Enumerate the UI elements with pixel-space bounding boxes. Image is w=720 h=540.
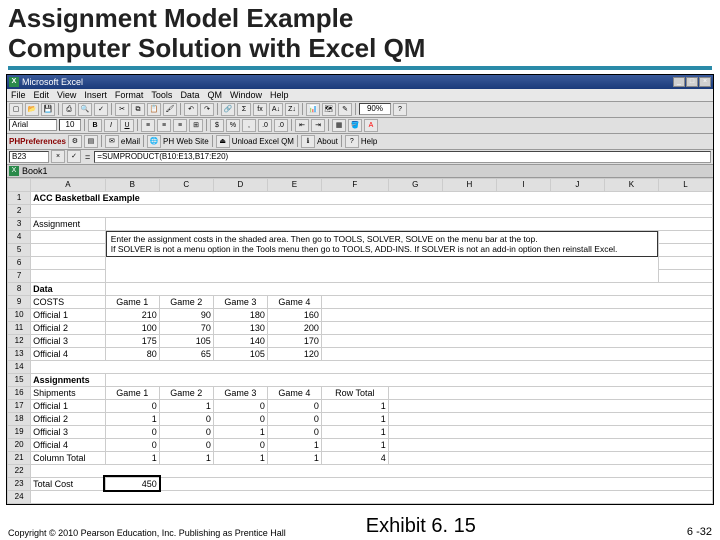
instructions-box: Enter the assignment costs in the shaded… xyxy=(106,231,658,257)
menu-window[interactable]: Window xyxy=(230,90,262,100)
workbook-logo-icon: X xyxy=(9,166,19,176)
borders-icon[interactable]: ▦ xyxy=(332,119,346,132)
unload-label[interactable]: Unload Excel QM xyxy=(232,137,294,146)
menu-format[interactable]: Format xyxy=(115,90,144,100)
sort-desc-icon[interactable]: Z↓ xyxy=(285,103,299,116)
info-icon[interactable]: ℹ xyxy=(301,135,315,148)
help-label[interactable]: Help xyxy=(361,137,377,146)
zoom-box[interactable]: 90% xyxy=(359,103,391,115)
function-icon[interactable]: fx xyxy=(253,103,267,116)
maximize-button[interactable]: □ xyxy=(686,77,698,87)
increase-indent-icon[interactable]: ⇥ xyxy=(311,119,325,132)
sort-asc-icon[interactable]: A↓ xyxy=(269,103,283,116)
title-underline xyxy=(8,66,712,70)
email-label[interactable]: eMail xyxy=(121,137,140,146)
underline-icon[interactable]: U xyxy=(120,119,134,132)
font-color-icon[interactable]: A xyxy=(364,119,378,132)
slide-title: Assignment Model Example Computer Soluti… xyxy=(0,0,720,64)
about-label[interactable]: About xyxy=(317,137,338,146)
help-icon[interactable]: ? xyxy=(393,103,407,116)
fill-color-icon[interactable]: 🪣 xyxy=(348,119,362,132)
page-number: 6 -32 xyxy=(687,526,712,538)
unload-icon[interactable]: ⏏ xyxy=(216,135,230,148)
save-icon[interactable]: 💾 xyxy=(41,103,55,116)
name-box[interactable]: B23 xyxy=(9,151,49,163)
excel-window: X Microsoft Excel _ □ × File Edit View I… xyxy=(6,74,714,505)
chart-icon[interactable]: 📊 xyxy=(306,103,320,116)
increase-decimal-icon[interactable]: .0 xyxy=(258,119,272,132)
spreadsheet-grid[interactable]: ABCDEFGHIJKL 1ACC Basketball Example 2 3… xyxy=(7,178,713,504)
menu-data[interactable]: Data xyxy=(180,90,199,100)
formula-input[interactable]: =SUMPRODUCT(B10:E13,B17:E20) xyxy=(94,151,711,163)
pref2-icon[interactable]: ▤ xyxy=(84,135,98,148)
percent-icon[interactable]: % xyxy=(226,119,240,132)
italic-icon[interactable]: I xyxy=(104,119,118,132)
undo-icon[interactable]: ↶ xyxy=(184,103,198,116)
formatting-toolbar: Arial 10 B I U ≡ ≡ ≡ ⊞ $ % , .0 .0 ⇤ ⇥ ▦… xyxy=(7,118,713,134)
minimize-button[interactable]: _ xyxy=(673,77,685,87)
cancel-icon[interactable]: × xyxy=(51,150,65,163)
drawing-icon[interactable]: ✎ xyxy=(338,103,352,116)
preview-icon[interactable]: 🔍 xyxy=(78,103,92,116)
paste-icon[interactable]: 📋 xyxy=(147,103,161,116)
align-center-icon[interactable]: ≡ xyxy=(157,119,171,132)
sheet-title: ACC Basketball Example xyxy=(31,191,713,204)
exhibit-label: Exhibit 6. 15 xyxy=(366,515,476,538)
decrease-indent-icon[interactable]: ⇤ xyxy=(295,119,309,132)
copy-icon[interactable]: ⧉ xyxy=(131,103,145,116)
new-icon[interactable]: ▢ xyxy=(9,103,23,116)
ph-pref-button[interactable]: PHPreferences xyxy=(9,137,66,146)
app-title: Microsoft Excel xyxy=(22,77,83,87)
window-titlebar: X Microsoft Excel _ □ × xyxy=(7,75,713,89)
equals-icon[interactable]: = xyxy=(83,152,92,162)
cut-icon[interactable]: ✂ xyxy=(115,103,129,116)
standard-toolbar: ▢ 📂 💾 ⎙ 🔍 ✓ ✂ ⧉ 📋 🖌 ↶ ↷ 🔗 Σ fx A↓ Z↓ 📊 🗺… xyxy=(7,102,713,118)
menu-bar: File Edit View Insert Format Tools Data … xyxy=(7,89,713,102)
spell-icon[interactable]: ✓ xyxy=(94,103,108,116)
menu-qm[interactable]: QM xyxy=(207,90,222,100)
print-icon[interactable]: ⎙ xyxy=(62,103,76,116)
menu-view[interactable]: View xyxy=(57,90,76,100)
pref-icon[interactable]: ⚙ xyxy=(68,135,82,148)
workbook-titlebar: X Book1 xyxy=(7,165,713,178)
selected-cell[interactable]: 450 xyxy=(105,477,159,490)
comma-icon[interactable]: , xyxy=(242,119,256,132)
close-button[interactable]: × xyxy=(699,77,711,87)
format-painter-icon[interactable]: 🖌 xyxy=(163,103,177,116)
hyperlink-icon[interactable]: 🔗 xyxy=(221,103,235,116)
formula-bar: B23 × ✓ = =SUMPRODUCT(B10:E13,B17:E20) xyxy=(7,150,713,165)
redo-icon[interactable]: ↷ xyxy=(200,103,214,116)
align-right-icon[interactable]: ≡ xyxy=(173,119,187,132)
menu-edit[interactable]: Edit xyxy=(34,90,50,100)
workbook-name: Book1 xyxy=(22,166,48,176)
merge-icon[interactable]: ⊞ xyxy=(189,119,203,132)
menu-insert[interactable]: Insert xyxy=(84,90,107,100)
column-headers: ABCDEFGHIJKL xyxy=(8,178,713,191)
align-left-icon[interactable]: ≡ xyxy=(141,119,155,132)
currency-icon[interactable]: $ xyxy=(210,119,224,132)
menu-tools[interactable]: Tools xyxy=(151,90,172,100)
excel-logo-icon: X xyxy=(9,77,19,87)
map-icon[interactable]: 🗺 xyxy=(322,103,336,116)
decrease-decimal-icon[interactable]: .0 xyxy=(274,119,288,132)
menu-file[interactable]: File xyxy=(11,90,26,100)
menu-help[interactable]: Help xyxy=(270,90,289,100)
font-name-box[interactable]: Arial xyxy=(9,119,57,131)
font-size-box[interactable]: 10 xyxy=(59,119,81,131)
globe-icon[interactable]: 🌐 xyxy=(147,135,161,148)
email-icon[interactable]: ✉ xyxy=(105,135,119,148)
website-label[interactable]: PH Web Site xyxy=(163,137,209,146)
open-icon[interactable]: 📂 xyxy=(25,103,39,116)
copyright-text: Copyright © 2010 Pearson Education, Inc.… xyxy=(8,528,286,538)
qm-toolbar: PHPreferences ⚙ ▤ ✉ eMail 🌐 PH Web Site … xyxy=(7,134,713,150)
help2-icon[interactable]: ? xyxy=(345,135,359,148)
autosum-icon[interactable]: Σ xyxy=(237,103,251,116)
bold-icon[interactable]: B xyxy=(88,119,102,132)
enter-icon[interactable]: ✓ xyxy=(67,150,81,163)
